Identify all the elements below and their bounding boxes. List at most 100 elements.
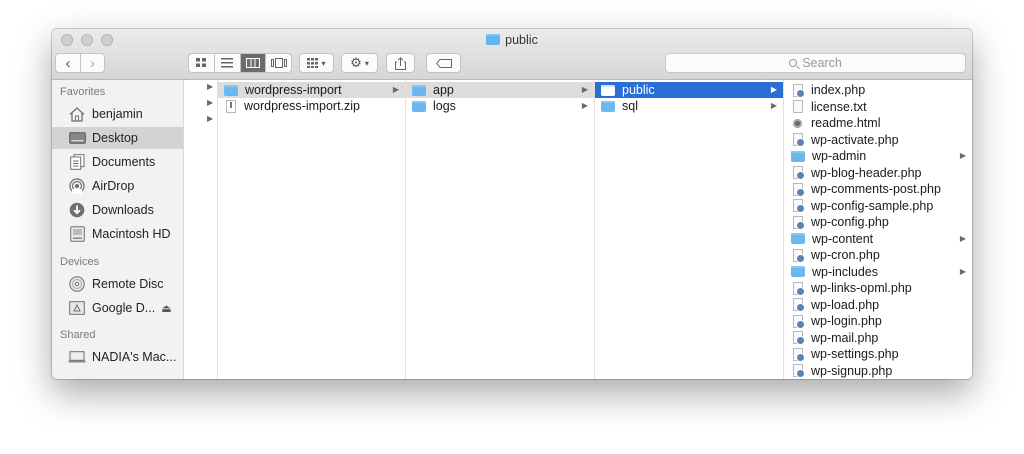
html-file-icon [793,118,802,128]
list-item[interactable]: wp-config.php [784,214,972,230]
search-field[interactable]: Search [665,53,966,73]
php-file-icon [793,166,805,180]
disclosure-arrow-icon: ▶ [207,98,214,107]
list-item[interactable]: wordpress-import ▶ [218,82,405,98]
action-button[interactable]: ⚙ ▾ [341,53,378,73]
sidebar-item-nadias-mac[interactable]: NADIA's Mac... [52,346,183,368]
list-item[interactable]: readme.html [784,115,972,131]
share-button[interactable] [386,53,415,73]
list-item[interactable]: wp-load.php [784,297,972,313]
file-name: index.php [811,83,866,97]
forward-button[interactable]: › [81,54,104,72]
desktop-icon [67,130,87,146]
folder-icon [412,84,426,96]
file-name: wp-signup.php [811,363,893,378]
tags-button[interactable] [426,53,461,73]
folder-icon [791,266,805,277]
php-file-icon [793,331,805,345]
sidebar-item-desktop[interactable]: Desktop [52,127,183,149]
disclosure-arrow-icon: ▶ [207,82,214,91]
eject-icon[interactable]: ⏏ [161,302,171,315]
columns-icon [245,58,260,68]
disc-icon [67,276,87,292]
folder-icon [412,100,426,112]
list-item[interactable]: wp-content ▶ [784,231,972,247]
sidebar-item-remote-disc[interactable]: Remote Disc [52,273,183,295]
file-name: wp-includes [812,264,879,279]
list-item[interactable]: sql ▶ [595,98,783,114]
file-name: wp-login.php [811,314,882,328]
list-item[interactable]: index.php [784,82,972,98]
back-button[interactable]: ‹ [56,54,81,72]
folder-icon [791,150,805,162]
sidebar-item-label: AirDrop [92,179,135,193]
list-item[interactable]: license.txt [784,99,972,115]
list-item[interactable]: wp-comments-post.php [784,181,972,197]
back-forward-control: ‹ › [55,53,105,73]
sidebar-item-google-drive[interactable]: Google D... ⏏ [52,297,183,319]
list-item[interactable]: wordpress-import.zip [218,98,405,114]
list-item[interactable]: app ▶ [406,82,594,98]
folder-icon [791,233,805,244]
list-item[interactable]: wp-mail.php [784,330,972,346]
list-item[interactable]: wp-blog-header.php [784,165,972,181]
column-2: app ▶ logs ▶ [406,80,595,379]
list-item[interactable]: wp-includes ▶ [784,264,972,280]
sidebar-item-label: Macintosh HD [92,227,171,241]
file-name: wp-comments-post.php [811,182,941,196]
file-name: readme.html [811,116,881,130]
column-4: index.php license.txt readme.html wp-act… [784,80,972,379]
php-file-icon [793,314,805,329]
list-item[interactable]: public ▶ [595,82,783,98]
list-view-button[interactable] [215,54,241,72]
column-view-button[interactable] [240,54,267,72]
list-item[interactable]: logs ▶ [406,98,594,114]
folder-icon [486,34,501,45]
column-3: public ▶ sql ▶ [595,80,784,379]
php-file-icon [793,133,805,147]
airdrop-icon [67,178,87,194]
arrange-button[interactable]: ▾ [299,53,334,73]
finder-window: public ‹ › ▾ ⚙ ▾ Search Favorites benjam… [52,29,972,379]
list-item[interactable]: wp-admin ▶ [784,148,972,164]
file-name: wp-activate.php [811,132,899,147]
disclosure-arrow-icon: ▶ [581,101,588,110]
list-item[interactable]: wp-config-sample.php [784,198,972,214]
file-name: wp-settings.php [811,347,899,361]
list-item[interactable]: wp-settings.php [784,346,972,362]
sidebar-item-documents[interactable]: Documents [52,151,183,173]
home-icon [67,106,87,122]
list-item[interactable]: wp-activate.php [784,132,972,148]
file-name: app [433,83,454,97]
sidebar-item-macintosh-hd[interactable]: Macintosh HD [52,223,183,245]
chevron-down-icon: ▾ [321,58,326,68]
php-file-icon [793,248,805,263]
title-bar: public ‹ › ▾ ⚙ ▾ Search [52,29,972,80]
sidebar-item-benjamin[interactable]: benjamin [52,103,183,125]
sidebar-item-label: benjamin [92,107,143,121]
sidebar-section-shared: Shared [60,329,96,341]
list-item[interactable]: wp-signup.php [784,363,972,379]
drive-icon [67,300,87,316]
cover-flow-icon [270,58,287,68]
folder-icon [601,84,615,96]
list-item[interactable]: wp-login.php [784,313,972,329]
list-item[interactable]: wp-cron.php [784,247,972,263]
php-file-icon [793,83,805,98]
file-name: wp-load.php [811,297,880,312]
disclosure-arrow-icon: ▶ [959,233,966,243]
file-name: wp-blog-header.php [811,165,922,180]
sidebar-item-downloads[interactable]: Downloads [52,199,183,221]
sidebar-section-devices: Devices [60,256,100,268]
window-title-text: public [505,33,538,47]
share-icon [395,56,406,70]
php-file-icon [793,281,805,296]
sidebar-item-label: Google D... [92,301,156,315]
sidebar-item-airdrop[interactable]: AirDrop [52,175,183,197]
icon-view-button[interactable] [189,54,215,72]
file-name: wp-links-opml.php [811,281,912,295]
cover-flow-button[interactable] [266,54,291,72]
list-item[interactable]: wp-links-opml.php [784,280,972,296]
sidebar: Favorites benjamin Desktop Documents Air… [52,80,184,379]
php-file-icon [793,182,805,197]
